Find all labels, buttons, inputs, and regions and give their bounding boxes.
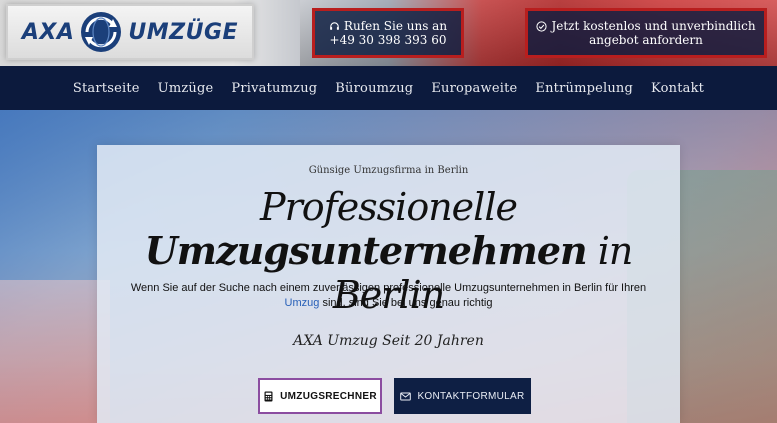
title-part1: Professionelle — [260, 185, 518, 229]
hero-lead: Wenn Sie auf der Suche nach einem zuverl… — [117, 281, 660, 311]
calculator-icon — [264, 391, 273, 401]
logo-text-left: AXA — [21, 19, 75, 45]
hero-eyebrow: Günsige Umzugsfirma in Berlin — [308, 165, 469, 176]
since-tagline: AXA Umzug Seit 20 Jahren — [293, 333, 484, 349]
envelope-icon — [400, 392, 412, 400]
calculator-button-label: UMZUGSRECHNER — [280, 390, 377, 402]
contact-form-button[interactable]: KONTAKTFORMULAR — [394, 378, 531, 414]
lead-before: Wenn Sie auf der Suche nach einem zuverl… — [130, 282, 647, 294]
offer-cta-row: Jetzt kostenlos und unverbindlich — [536, 19, 756, 33]
headset-icon — [330, 21, 339, 30]
phone-cta-label: Rufen Sie uns an — [343, 19, 448, 33]
lead-after: sind, sind Sie bei uns genau richtig — [319, 297, 493, 309]
nav-item-privatumzug[interactable]: Privatumzug — [222, 81, 326, 96]
nav-item-startseite[interactable]: Startseite — [64, 81, 149, 96]
hero-moving-image — [0, 280, 110, 423]
phone-cta[interactable]: Rufen Sie uns an +49 30 398 393 60 — [312, 8, 464, 58]
top-header: AXA UMZÜGE Rufen Sie uns an +49 30 398 3… — [0, 0, 777, 66]
hero-card: Günsige Umzugsfirma in Berlin Profession… — [97, 145, 680, 423]
site-logo[interactable]: AXA UMZÜGE — [6, 4, 254, 60]
umzug-link[interactable]: Umzug — [285, 297, 320, 309]
phone-number: +49 30 398 393 60 — [329, 33, 447, 47]
nav-item-europaweite[interactable]: Europaweite — [422, 81, 526, 96]
logo-text-right: UMZÜGE — [128, 19, 239, 45]
nav-item-entruempelung[interactable]: Entrümpelung — [526, 81, 642, 96]
phone-cta-label-row: Rufen Sie uns an — [329, 19, 447, 33]
globe-arrows-icon — [81, 12, 122, 52]
contact-form-button-label: KONTAKTFORMULAR — [417, 390, 525, 402]
offer-cta-line1: Jetzt kostenlos und unverbindlich — [551, 19, 756, 33]
main-navigation: Startseite Umzüge Privatumzug Büroumzug … — [0, 66, 777, 110]
check-badge-icon — [536, 20, 548, 32]
calculator-button[interactable]: UMZUGSRECHNER — [258, 378, 382, 414]
offer-cta-line2: angebot anfordern — [589, 33, 703, 47]
nav-item-kontakt[interactable]: Kontakt — [642, 81, 713, 96]
nav-item-umzuege[interactable]: Umzüge — [149, 81, 223, 96]
nav-item-bueroumzug[interactable]: Büroumzug — [326, 81, 422, 96]
title-bold: Umzugsunternehmen — [144, 228, 588, 273]
offer-cta[interactable]: Jetzt kostenlos und unverbindlich angebo… — [525, 8, 767, 58]
